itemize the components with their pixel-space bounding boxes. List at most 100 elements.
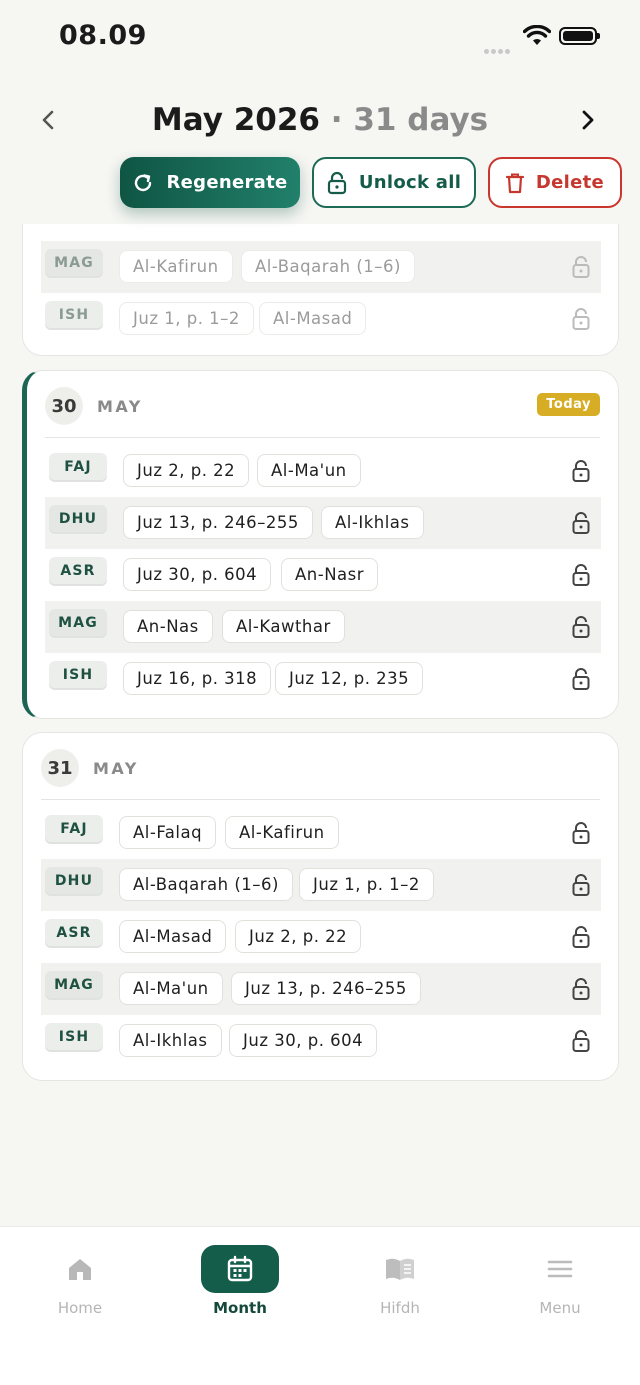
prayer-label: FAJ: [45, 815, 103, 842]
lock-icon[interactable]: [571, 511, 591, 535]
prayer-label: ISH: [45, 1023, 103, 1050]
schedule-chip[interactable]: Al-Kafirun: [225, 816, 339, 849]
lock-icon[interactable]: [571, 925, 591, 949]
delete-button[interactable]: Delete: [488, 157, 622, 208]
schedule-chip[interactable]: Juz 30, p. 604: [229, 1024, 378, 1057]
prayer-row: ISH Juz 1, p. 1–2 Al-Masad: [41, 293, 601, 345]
schedule-chip[interactable]: Al-Ikhlas: [321, 506, 424, 539]
delete-label: Delete: [535, 172, 605, 193]
prayer-label: MAG: [49, 609, 107, 636]
prayer-label: ASR: [49, 557, 107, 584]
refresh-icon: [135, 173, 152, 191]
prayer-label: MAG: [45, 971, 103, 998]
tab-month[interactable]: Month: [180, 1245, 300, 1317]
day-card-today: 30 MAY Today FAJ Juz 2, p. 22 Al-Ma'un D…: [22, 370, 619, 719]
lock-icon[interactable]: [571, 255, 591, 279]
day-number: 30: [45, 387, 83, 425]
schedule-chip[interactable]: Al-Baqarah (1–6): [241, 250, 415, 283]
unlock-icon: [327, 171, 346, 194]
prayer-label: DHU: [49, 505, 107, 532]
tab-menu-label: Menu: [539, 1299, 581, 1317]
schedule-chip[interactable]: Al-Falaq: [119, 816, 217, 849]
schedule-chip[interactable]: Juz 16, p. 318: [123, 662, 272, 695]
tab-menu[interactable]: Menu: [500, 1245, 620, 1317]
schedule-chip[interactable]: Al-Masad: [259, 302, 367, 335]
day-card: 31 MAY FAJ Al-Falaq Al-Kafirun DHU Al-Ba…: [22, 732, 619, 1081]
next-month-button[interactable]: [572, 105, 602, 135]
unlock-all-label: Unlock all: [358, 172, 462, 193]
schedule-chip[interactable]: Al-Ma'un: [257, 454, 361, 487]
prayer-label: ISH: [45, 301, 103, 328]
prayer-row: ISH Al-Ikhlas Juz 30, p. 604: [41, 1015, 601, 1067]
prayer-row: MAG An-Nas Al-Kawthar: [45, 601, 601, 653]
lock-icon[interactable]: [571, 977, 591, 1001]
schedule-chip[interactable]: An-Nasr: [281, 558, 379, 591]
page-title: May 2026 · 31 days: [0, 102, 640, 138]
schedule-chip[interactable]: Juz 2, p. 22: [235, 920, 362, 953]
divider: [41, 799, 600, 800]
schedule-chip[interactable]: Juz 13, p. 246–255: [231, 972, 421, 1005]
day-number: 31: [41, 749, 79, 787]
month-header: May 2026 · 31 days: [0, 95, 640, 149]
lock-icon[interactable]: [571, 563, 591, 587]
unlock-all-button[interactable]: Unlock all: [312, 157, 476, 208]
prayer-row: DHU Al-Baqarah (1–6) Juz 1, p. 1–2: [41, 859, 601, 911]
lock-icon[interactable]: [571, 615, 591, 639]
regenerate-button[interactable]: Regenerate: [120, 157, 300, 208]
day-month: MAY: [97, 397, 143, 416]
lock-icon[interactable]: [571, 667, 591, 691]
schedule-chip[interactable]: Al-Baqarah (1–6): [119, 868, 293, 901]
lock-icon[interactable]: [571, 1029, 591, 1053]
prayer-row: ISH Juz 16, p. 318 Juz 12, p. 235: [45, 653, 601, 705]
prayer-label: DHU: [45, 867, 103, 894]
tab-month-label: Month: [213, 1299, 267, 1317]
schedule-chip[interactable]: Juz 30, p. 604: [123, 558, 272, 591]
lock-icon[interactable]: [571, 873, 591, 897]
status-bar: 08.09: [0, 0, 640, 70]
schedule-chip[interactable]: Juz 12, p. 235: [275, 662, 424, 695]
schedule-chip[interactable]: Al-Masad: [119, 920, 227, 953]
day-card-partial: MAG Al-Kafirun Al-Baqarah (1–6) ISH Juz …: [22, 224, 619, 356]
schedule-chip[interactable]: Juz 1, p. 1–2: [119, 302, 254, 335]
status-time: 08.09: [59, 20, 147, 51]
prayer-row: MAG Al-Kafirun Al-Baqarah (1–6): [41, 241, 601, 293]
lock-icon[interactable]: [571, 459, 591, 483]
prayer-row: FAJ Al-Falaq Al-Kafirun: [41, 807, 601, 859]
signal-dots-icon: [484, 39, 512, 58]
wifi-icon: [523, 25, 551, 45]
prayer-row: DHU Juz 13, p. 246–255 Al-Ikhlas: [45, 497, 601, 549]
schedule-chip[interactable]: Juz 1, p. 1–2: [299, 868, 434, 901]
title-separator: ·: [330, 102, 343, 138]
prayer-label: FAJ: [49, 453, 107, 480]
calendar-icon: [227, 1255, 253, 1282]
home-icon: [69, 1259, 91, 1280]
lock-icon[interactable]: [571, 821, 591, 845]
action-bar: Regenerate Unlock all Delete: [0, 157, 640, 209]
day-header: 30 MAY Today: [27, 371, 618, 437]
tab-hifdh[interactable]: Hifdh: [340, 1245, 460, 1317]
bottom-nav: Home Month Hifdh Menu: [0, 1226, 640, 1385]
schedule-chip[interactable]: Al-Ikhlas: [119, 1024, 222, 1057]
prayer-row: MAG Al-Ma'un Juz 13, p. 246–255: [41, 963, 601, 1015]
prayer-label: ISH: [49, 661, 107, 688]
schedule-chip[interactable]: Juz 2, p. 22: [123, 454, 250, 487]
prayer-row: ASR Al-Masad Juz 2, p. 22: [41, 911, 601, 963]
lock-icon[interactable]: [571, 307, 591, 331]
trash-icon: [505, 173, 524, 193]
schedule-chip[interactable]: Al-Kafirun: [119, 250, 233, 283]
regenerate-label: Regenerate: [166, 172, 288, 193]
prayer-label: MAG: [45, 249, 103, 276]
schedule-chip[interactable]: Al-Kawthar: [222, 610, 345, 643]
days-count: 31 days: [353, 102, 489, 138]
tab-home[interactable]: Home: [20, 1245, 140, 1317]
schedule-chip[interactable]: An-Nas: [123, 610, 213, 643]
schedule-chip[interactable]: Juz 13, p. 246–255: [123, 506, 313, 539]
prayer-row: ASR Juz 30, p. 604 An-Nasr: [45, 549, 601, 601]
schedule-chip[interactable]: Al-Ma'un: [119, 972, 223, 1005]
book-icon: [386, 1258, 414, 1280]
prayer-label: ASR: [45, 919, 103, 946]
prayer-row: FAJ Juz 2, p. 22 Al-Ma'un: [45, 445, 601, 497]
tab-hifdh-icon-wrap: [361, 1245, 439, 1293]
day-list[interactable]: MAG Al-Kafirun Al-Baqarah (1–6) ISH Juz …: [0, 224, 640, 1224]
day-month: MAY: [93, 759, 139, 778]
